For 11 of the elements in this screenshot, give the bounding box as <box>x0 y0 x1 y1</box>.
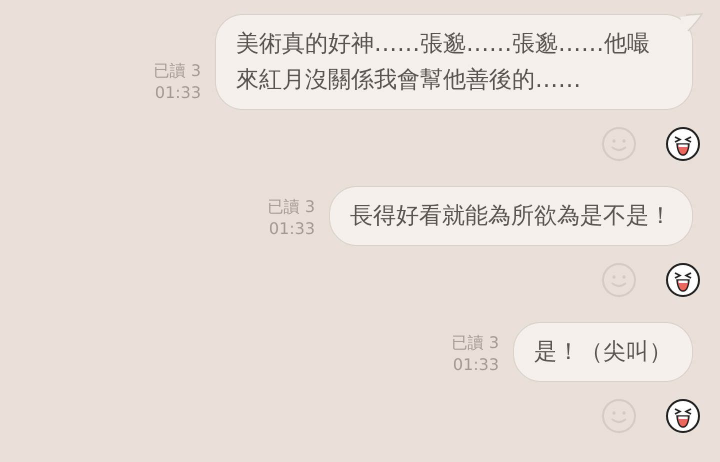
timestamp: 01:33 <box>268 218 315 240</box>
laughing-face-icon[interactable] <box>665 398 701 434</box>
timestamp: 01:33 <box>452 354 499 376</box>
read-receipt: 已讀 3 <box>268 196 315 218</box>
read-receipt: 已讀 3 <box>154 60 201 82</box>
timestamp: 01:33 <box>154 82 201 104</box>
laughing-face-icon[interactable] <box>665 126 701 162</box>
message-bubble: 是！（尖叫） <box>513 322 693 382</box>
laughing-face-icon[interactable] <box>665 262 701 298</box>
read-receipt: 已讀 3 <box>452 332 499 354</box>
message-bubble: 長得好看就能為所欲為是不是！ <box>329 186 693 246</box>
